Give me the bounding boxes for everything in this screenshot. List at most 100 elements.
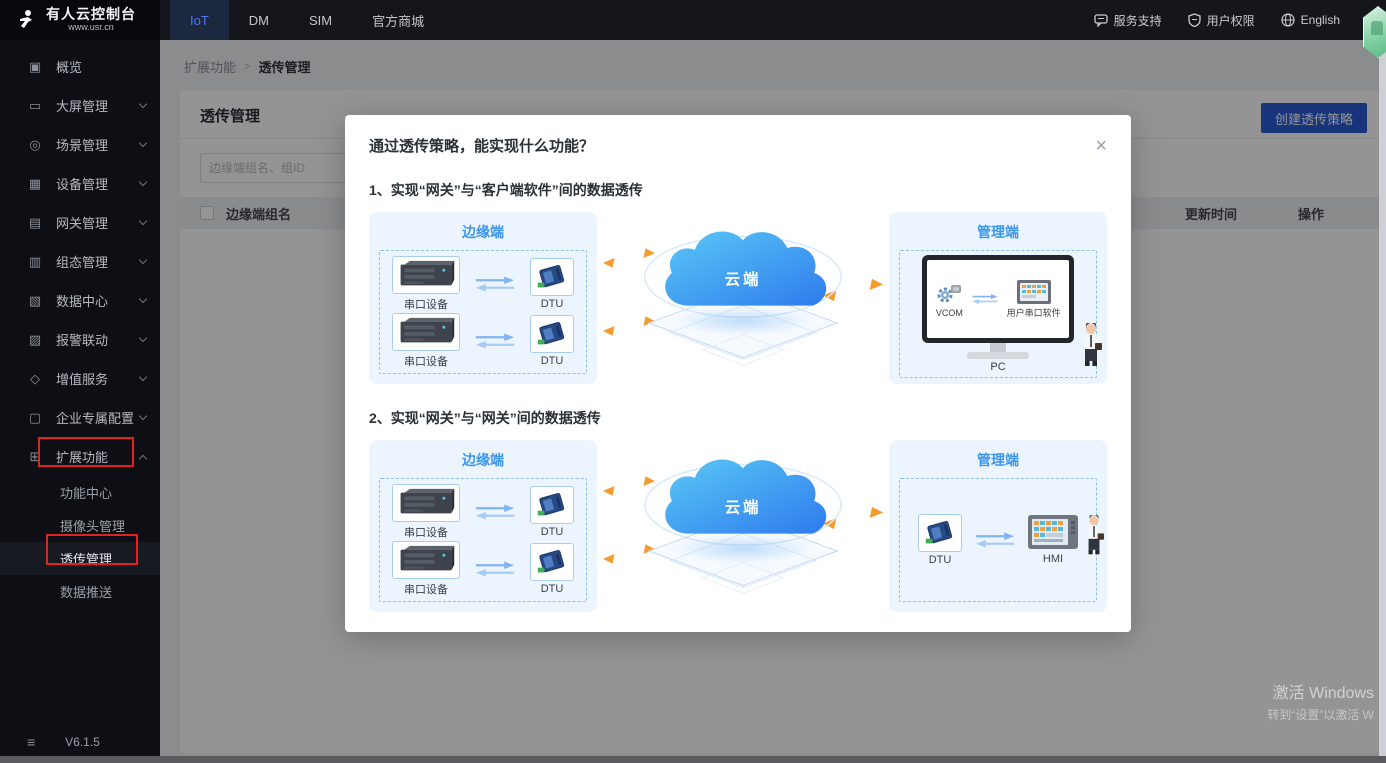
windows-activation-watermark: 激活 Windows 转到“设置”以激活 W bbox=[1267, 682, 1374, 724]
chevron-down-icon bbox=[139, 178, 147, 186]
sidebar-item-scene-mgmt[interactable]: ◎ 场景管理 bbox=[0, 125, 160, 164]
sidebar-item-device-mgmt[interactable]: ▦ 设备管理 bbox=[0, 164, 160, 203]
edge-panel-1: 边缘端 串口设备 DTU 串口设备 bbox=[369, 212, 597, 384]
sidebar-item-label: 增值服务 bbox=[56, 369, 140, 388]
device-label: 串口设备 bbox=[404, 353, 448, 369]
chevron-down-icon bbox=[139, 334, 147, 342]
language-label: English bbox=[1301, 13, 1340, 27]
support-link[interactable]: 服务支持 bbox=[1094, 12, 1162, 29]
sidebar-item-label: 设备管理 bbox=[56, 174, 140, 193]
sidebar-item-overview[interactable]: ▣ 概览 bbox=[0, 47, 160, 86]
sidebar-subitem-function-center[interactable]: 功能中心 bbox=[0, 476, 160, 509]
edge-panel-2: 边缘端 串口设备 DTU 串口设备 bbox=[369, 440, 597, 612]
language-switch[interactable]: English bbox=[1281, 13, 1340, 27]
globe-icon bbox=[1281, 13, 1295, 27]
dtu-device-illustration bbox=[534, 318, 570, 350]
window-bottom-edge bbox=[0, 756, 1386, 763]
usr-person-icon bbox=[14, 8, 38, 32]
bidirectional-arrow-icon bbox=[975, 532, 1015, 548]
sidebar-item-screen-mgmt[interactable]: ▭ 大屏管理 bbox=[0, 86, 160, 125]
cloud-label: 云端 bbox=[725, 270, 762, 289]
close-icon[interactable]: × bbox=[1095, 136, 1107, 156]
sidebar-item-config-mgmt[interactable]: ▥ 组态管理 bbox=[0, 242, 160, 281]
manage-panel-title: 管理端 bbox=[899, 450, 1097, 470]
tab-sim[interactable]: SIM bbox=[289, 0, 352, 40]
bidirectional-arrow-icon bbox=[475, 333, 515, 349]
app-logo: 有人云控制台 www.usr.cn bbox=[0, 0, 160, 40]
cloud-link-area: 云端 bbox=[597, 440, 889, 612]
app-subtitle: www.usr.cn bbox=[46, 23, 136, 33]
sidebar-subitem-passthrough-mgmt[interactable]: 透传管理 bbox=[0, 542, 160, 575]
sidebar-subitem-data-push[interactable]: 数据推送 bbox=[0, 575, 160, 608]
software-label: 用户串口软件 bbox=[1007, 306, 1061, 319]
screen-icon: ▭ bbox=[27, 98, 43, 114]
vcom-icon bbox=[935, 280, 963, 306]
scrollbar[interactable] bbox=[1379, 40, 1386, 763]
sidebar-subitem-camera-mgmt[interactable]: 摄像头管理 bbox=[0, 509, 160, 542]
sidebar-item-value-service[interactable]: ◇ 增值服务 bbox=[0, 359, 160, 398]
sidebar-item-label: 大屏管理 bbox=[56, 96, 140, 115]
device-label: HMI bbox=[1043, 553, 1063, 565]
dtu-device-illustration bbox=[534, 489, 570, 521]
sidebar-item-data-center[interactable]: ▧ 数据中心 bbox=[0, 281, 160, 320]
shield-icon bbox=[1188, 13, 1201, 27]
permission-label: 用户权限 bbox=[1207, 12, 1255, 29]
version-label: V6.1.5 bbox=[65, 735, 100, 749]
extensions-icon: ⊞ bbox=[27, 449, 43, 465]
sidebar-item-label: 组态管理 bbox=[56, 252, 140, 271]
alarm-icon: ▨ bbox=[27, 332, 43, 348]
top-bar: 有人云控制台 www.usr.cn IoT DM SIM 官方商城 服务支持 用… bbox=[0, 0, 1386, 40]
chevron-up-icon bbox=[139, 454, 147, 462]
bidirectional-arrow-icon bbox=[972, 293, 998, 305]
chat-icon bbox=[1094, 13, 1108, 27]
watermark-line1: 激活 Windows bbox=[1267, 682, 1374, 706]
sidebar-item-enterprise-config[interactable]: ▢ 企业专属配置 bbox=[0, 398, 160, 437]
permission-link[interactable]: 用户权限 bbox=[1188, 12, 1255, 29]
chevron-down-icon bbox=[139, 412, 147, 420]
chart-icon: ▧ bbox=[27, 293, 43, 309]
cloud-label: 云端 bbox=[725, 498, 762, 517]
edge-panel-title: 边缘端 bbox=[379, 450, 587, 470]
device-label: DTU bbox=[929, 554, 952, 566]
passthrough-help-modal: 通过透传策略，能实现什么功能？ × 1、实现“网关”与“客户端软件”间的数据透传… bbox=[345, 115, 1131, 632]
device-label: DTU bbox=[541, 583, 564, 595]
serial-device-illustration bbox=[396, 544, 456, 576]
device-label: 串口设备 bbox=[404, 581, 448, 597]
device-icon: ▦ bbox=[27, 176, 43, 192]
tab-dm[interactable]: DM bbox=[229, 0, 289, 40]
manage-panel-1: 管理端 VCOM 用户串口软件 bbox=[889, 212, 1107, 384]
watermark-line2: 转到“设置”以激活 W bbox=[1267, 706, 1374, 724]
sidebar-item-alarm[interactable]: ▨ 报警联动 bbox=[0, 320, 160, 359]
cloud-link-area: 云端 bbox=[597, 212, 889, 384]
cloud-illustration: 云端 bbox=[618, 212, 868, 372]
overview-icon: ▣ bbox=[27, 59, 43, 75]
manage-panel-title: 管理端 bbox=[899, 222, 1097, 242]
tab-iot[interactable]: IoT bbox=[170, 0, 229, 40]
gateway-icon: ▤ bbox=[27, 215, 43, 231]
device-label: DTU bbox=[541, 526, 564, 538]
device-label: 串口设备 bbox=[404, 296, 448, 312]
sidebar-item-label: 数据中心 bbox=[56, 291, 140, 310]
sidebar-item-label: 报警联动 bbox=[56, 330, 140, 349]
device-label: DTU bbox=[541, 355, 564, 367]
sidebar-item-label: 扩展功能 bbox=[56, 447, 140, 466]
bidirectional-arrow-icon bbox=[475, 504, 515, 520]
tab-shop[interactable]: 官方商城 bbox=[352, 0, 444, 40]
app-title: 有人云控制台 bbox=[46, 7, 136, 22]
scene-icon: ◎ bbox=[27, 137, 43, 153]
diagram-gateway-to-client: 边缘端 串口设备 DTU 串口设备 bbox=[369, 212, 1107, 384]
chevron-down-icon bbox=[139, 256, 147, 264]
pc-label: PC bbox=[990, 361, 1005, 373]
collapse-sidebar-icon[interactable]: ≡ bbox=[27, 734, 35, 750]
diagram-gateway-to-gateway: 边缘端 串口设备 DTU 串口设备 bbox=[369, 440, 1107, 612]
diamond-icon: ◇ bbox=[27, 371, 43, 387]
serial-device-illustration bbox=[396, 487, 456, 519]
modal-title: 通过透传策略，能实现什么功能？ bbox=[369, 135, 594, 156]
sidebar-item-gateway-mgmt[interactable]: ▤ 网关管理 bbox=[0, 203, 160, 242]
section2-heading: 2、实现“网关”与“网关”间的数据透传 bbox=[369, 408, 1107, 428]
serial-device-illustration bbox=[396, 259, 456, 291]
sidebar-item-label: 网关管理 bbox=[56, 213, 140, 232]
sidebar-item-extensions[interactable]: ⊞ 扩展功能 bbox=[0, 437, 160, 476]
bidirectional-arrow-icon bbox=[475, 276, 515, 292]
section1-heading: 1、实现“网关”与“客户端软件”间的数据透传 bbox=[369, 180, 1107, 200]
